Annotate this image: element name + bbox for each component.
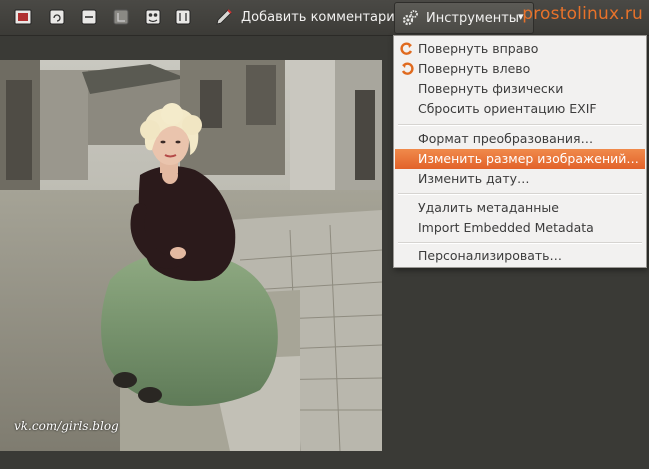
photo-caption: vk.com/girls.blog <box>14 419 119 433</box>
menu-item-rotate-right[interactable]: Повернуть вправо <box>395 39 645 59</box>
menu-item-label: Изменить размер изображений… <box>418 151 639 166</box>
collapse-icon[interactable] <box>80 8 98 26</box>
menu-separator <box>398 124 642 126</box>
fullscreen-icon[interactable] <box>14 8 32 26</box>
crop-icon[interactable] <box>112 8 130 26</box>
menu-item-reset-exif[interactable]: Сбросить ориентацию EXIF <box>395 99 645 119</box>
tools-dropdown-menu: Повернуть вправо Повернуть влево Поверну… <box>393 35 647 268</box>
menu-item-label: Изменить дату… <box>418 171 530 186</box>
photo-image <box>0 60 382 451</box>
menu-separator <box>398 242 642 244</box>
menu-item-label: Import Embedded Metadata <box>418 220 594 235</box>
adjust-icon[interactable] <box>174 8 192 26</box>
menu-item-rotate-physically[interactable]: Повернуть физически <box>395 79 645 99</box>
pencil-icon <box>214 7 232 25</box>
menu-item-label: Повернуть влево <box>418 61 531 76</box>
menu-item-label: Повернуть физически <box>418 81 564 96</box>
menu-item-convert-format[interactable]: Формат преобразования… <box>395 129 645 149</box>
rotate-right-icon <box>400 42 414 56</box>
menu-item-label: Удалить метаданные <box>418 200 559 215</box>
gear-icon <box>401 9 419 27</box>
rotate-left-icon <box>400 62 414 76</box>
tools-menu-label: Инструменты <box>426 11 520 26</box>
add-comment-button[interactable]: Добавить комментарий <box>241 10 403 25</box>
menu-item-label: Повернуть вправо <box>418 41 539 56</box>
menu-item-label: Сбросить ориентацию EXIF <box>418 101 597 116</box>
menu-item-remove-metadata[interactable]: Удалить метаданные <box>395 198 645 218</box>
menu-item-change-date[interactable]: Изменить дату… <box>395 169 645 189</box>
toolbar: Добавить комментарий Инструменты ▾ prost… <box>0 0 649 36</box>
menu-item-customize[interactable]: Персонализировать… <box>395 246 645 266</box>
menu-item-import-metadata[interactable]: Import Embedded Metadata <box>395 218 645 238</box>
menu-item-resize-images[interactable]: Изменить размер изображений… <box>395 149 645 169</box>
menu-item-label: Формат преобразования… <box>418 131 594 146</box>
menu-item-label: Персонализировать… <box>418 248 563 263</box>
menu-separator <box>398 193 642 195</box>
red-eye-icon[interactable] <box>144 8 162 26</box>
menu-item-rotate-left[interactable]: Повернуть влево <box>395 59 645 79</box>
photo-canvas[interactable]: vk.com/girls.blog <box>0 60 382 451</box>
rotate-icon[interactable] <box>48 8 66 26</box>
site-watermark: prostolinux.ru <box>522 4 643 24</box>
tools-menu-button[interactable]: Инструменты ▾ <box>394 2 534 34</box>
